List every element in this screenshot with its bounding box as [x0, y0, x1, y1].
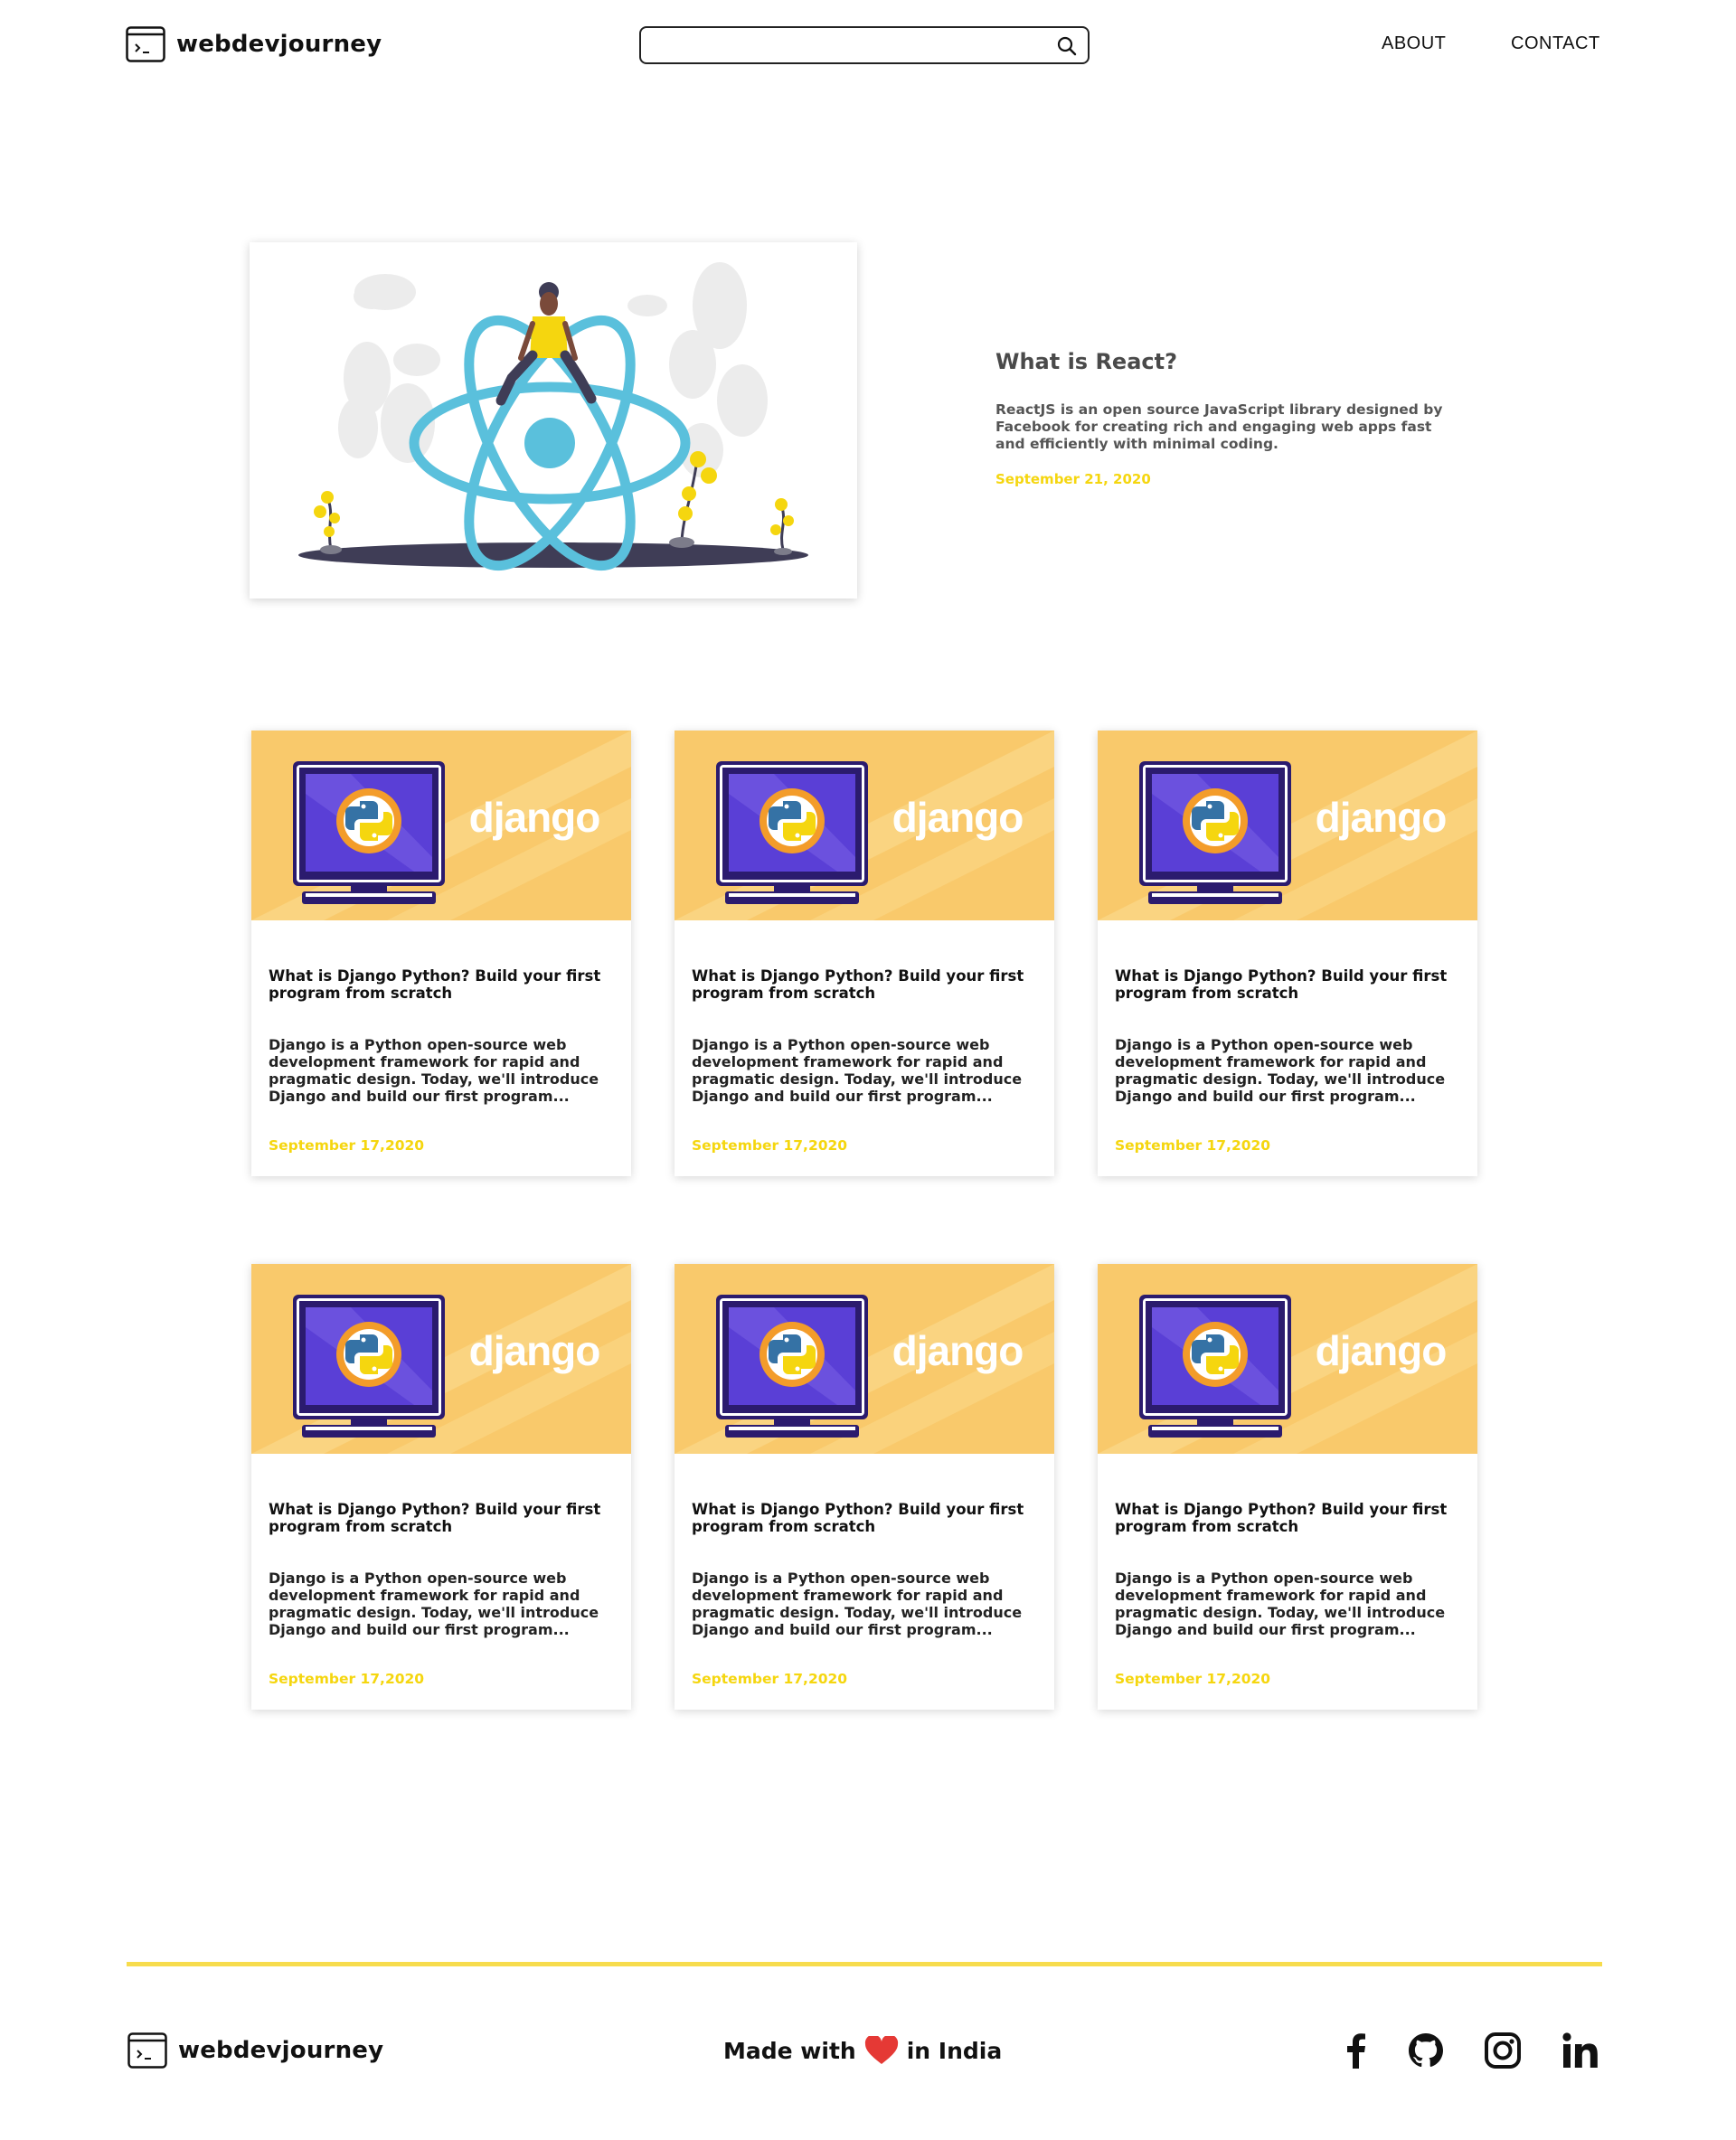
featured-post-text: What is React? ReactJS is an open source… — [995, 349, 1466, 487]
post-card-description: Django is a Python open-source web devel… — [692, 1036, 1023, 1105]
instagram-icon[interactable] — [1483, 2031, 1523, 2070]
post-card-description: Django is a Python open-source web devel… — [269, 1036, 599, 1105]
post-card-date: September 17,2020 — [692, 1671, 848, 1687]
django-banner-image: django — [1098, 731, 1477, 920]
search-icon[interactable] — [1055, 34, 1079, 58]
post-card-date: September 17,2020 — [269, 1137, 425, 1154]
django-banner-image: django — [675, 731, 1054, 920]
post-card-title[interactable]: What is Django Python? Build your first … — [269, 1501, 612, 1535]
post-card[interactable]: django What is Django Python? Build your… — [675, 731, 1054, 1176]
django-banner-image: django — [675, 1264, 1054, 1454]
post-card[interactable]: django What is Django Python? Build your… — [1098, 1264, 1477, 1710]
featured-post-image[interactable] — [250, 242, 857, 599]
post-card-description: Django is a Python open-source web devel… — [1115, 1036, 1446, 1105]
featured-post-title[interactable]: What is React? — [995, 349, 1466, 374]
footer-brand-name: webdevjourney — [178, 2037, 384, 2064]
post-card-body: What is Django Python? Build your first … — [269, 1501, 612, 1638]
search-input[interactable] — [652, 32, 1032, 59]
made-with-suffix: in India — [906, 2037, 1003, 2064]
footer-brand-link[interactable]: webdevjourney — [127, 2032, 383, 2069]
react-illustration — [298, 262, 808, 571]
post-card-title[interactable]: What is Django Python? Build your first … — [269, 967, 612, 1002]
made-with-love: Made with in India — [723, 2036, 1002, 2065]
nav-about-link[interactable]: ABOUT — [1382, 33, 1446, 54]
linkedin-icon[interactable] — [1561, 2031, 1600, 2070]
post-card-date: September 17,2020 — [1115, 1137, 1271, 1154]
post-card-title[interactable]: What is Django Python? Build your first … — [1115, 1501, 1458, 1535]
django-banner-image: django — [251, 1264, 631, 1454]
post-card-date: September 17,2020 — [1115, 1671, 1271, 1687]
post-card-title[interactable]: What is Django Python? Build your first … — [692, 1501, 1035, 1535]
site-header: webdevjourney ABOUT CONTACT — [0, 0, 1736, 90]
heart-icon — [864, 2036, 898, 2064]
post-card-title[interactable]: What is Django Python? Build your first … — [692, 967, 1035, 1002]
django-banner-image: django — [251, 731, 631, 920]
post-card-body: What is Django Python? Build your first … — [1115, 967, 1458, 1105]
django-wordmark: django — [892, 1327, 1024, 1374]
post-card-body: What is Django Python? Build your first … — [1115, 1501, 1458, 1638]
django-wordmark: django — [1316, 1327, 1447, 1374]
post-card-body: What is Django Python? Build your first … — [692, 967, 1035, 1105]
post-card-date: September 17,2020 — [269, 1671, 425, 1687]
django-wordmark: django — [1316, 794, 1447, 841]
terminal-icon — [126, 26, 165, 62]
django-wordmark: django — [469, 1327, 600, 1374]
django-wordmark: django — [469, 794, 600, 841]
terminal-icon — [127, 2032, 167, 2069]
featured-post-description: ReactJS is an open source JavaScript lib… — [995, 401, 1443, 452]
post-card-body: What is Django Python? Build your first … — [692, 1501, 1035, 1638]
brand-name: webdevjourney — [176, 31, 382, 58]
post-card[interactable]: django What is Django Python? Build your… — [1098, 731, 1477, 1176]
nav-contact-link[interactable]: CONTACT — [1511, 33, 1600, 54]
featured-post-date: September 21, 2020 — [995, 471, 1151, 487]
post-card-body: What is Django Python? Build your first … — [269, 967, 612, 1105]
search-box — [639, 26, 1090, 64]
post-card[interactable]: django What is Django Python? Build your… — [251, 1264, 631, 1710]
django-wordmark: django — [892, 794, 1024, 841]
facebook-icon[interactable] — [1336, 2031, 1376, 2070]
made-with-prefix: Made with — [723, 2037, 856, 2064]
footer-divider — [127, 1962, 1602, 1966]
post-card-description: Django is a Python open-source web devel… — [692, 1570, 1023, 1638]
brand-logo-link[interactable]: webdevjourney — [126, 26, 382, 62]
post-card-title[interactable]: What is Django Python? Build your first … — [1115, 967, 1458, 1002]
post-card-description: Django is a Python open-source web devel… — [269, 1570, 599, 1638]
post-card[interactable]: django What is Django Python? Build your… — [251, 731, 631, 1176]
django-banner-image: django — [1098, 1264, 1477, 1454]
post-card-date: September 17,2020 — [692, 1137, 848, 1154]
github-icon[interactable] — [1406, 2031, 1446, 2070]
post-card[interactable]: django What is Django Python? Build your… — [675, 1264, 1054, 1710]
post-card-description: Django is a Python open-source web devel… — [1115, 1570, 1446, 1638]
